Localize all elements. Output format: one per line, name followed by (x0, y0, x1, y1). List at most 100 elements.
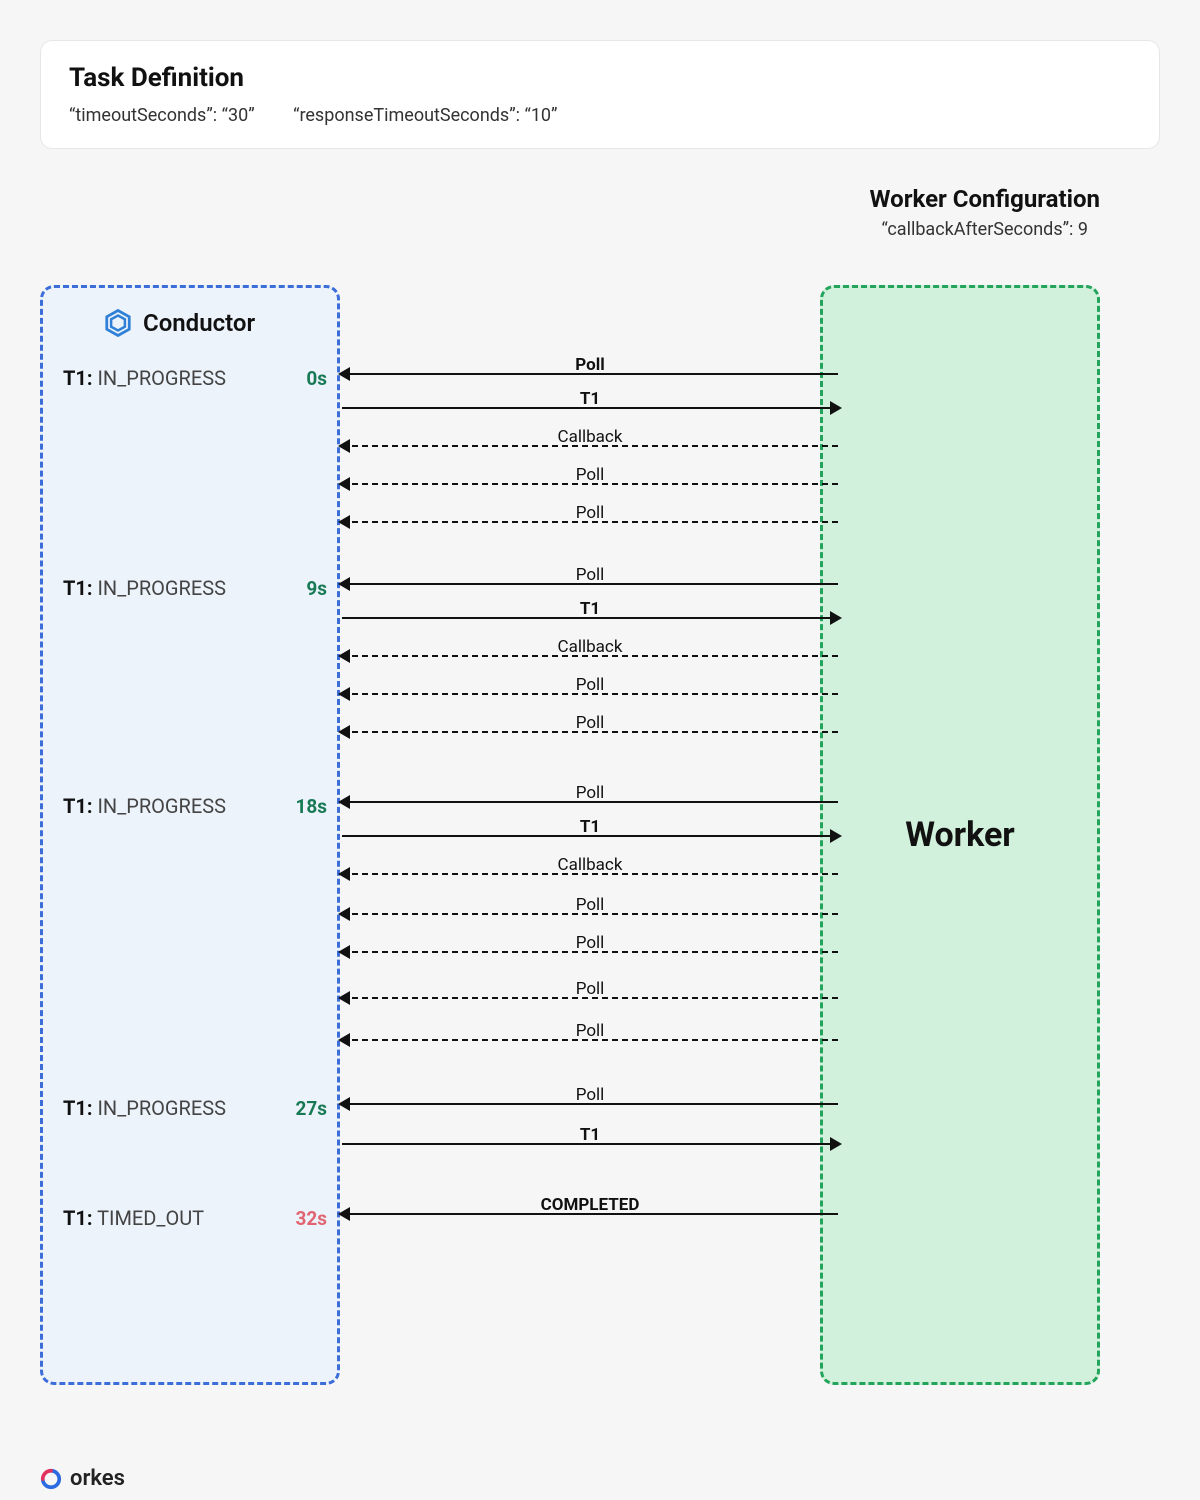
status-label: T1: IN_PROGRESS (63, 794, 226, 818)
message-arrow: T1 (340, 605, 840, 627)
arrow-head-icon (338, 439, 350, 453)
status-label: T1: IN_PROGRESS (63, 576, 226, 600)
arrow-head-icon (338, 1033, 350, 1047)
worker-configuration-value: “callbackAfterSeconds”: 9 (870, 219, 1100, 240)
worker-label: Worker (905, 815, 1015, 855)
arrow-label: Poll (570, 503, 611, 523)
message-arrow: Poll (340, 1027, 840, 1049)
task-definition-values: “timeoutSeconds”: “30” “responseTimeoutS… (69, 105, 1131, 126)
arrow-head-icon (338, 577, 350, 591)
status-state: IN_PROGRESS (97, 794, 226, 818)
message-arrow: Poll (340, 509, 840, 531)
worker-lane: Worker (820, 285, 1100, 1385)
message-arrow: Poll (340, 985, 840, 1007)
arrow-label: Callback (552, 855, 629, 875)
arrow-label: Poll (570, 933, 611, 953)
arrow-head-icon (338, 1097, 350, 1111)
message-arrow: Callback (340, 861, 840, 883)
status-state: IN_PROGRESS (97, 1096, 226, 1120)
arrow-head-icon (338, 795, 350, 809)
sequence-diagram: Worker Configuration “callbackAfterSecon… (40, 185, 1160, 1445)
status-time: 9s (306, 577, 327, 600)
orkes-logo: orkes (40, 1466, 125, 1491)
arrow-head-icon (830, 611, 842, 625)
message-arrow: Poll (340, 719, 840, 741)
message-arrow: T1 (340, 823, 840, 845)
status-state: IN_PROGRESS (97, 576, 226, 600)
message-arrow: T1 (340, 395, 840, 417)
message-arrow: Poll (340, 471, 840, 493)
message-arrow: Poll (340, 681, 840, 703)
conductor-icon (103, 308, 133, 338)
arrow-label: Poll (570, 565, 611, 585)
orkes-icon (40, 1468, 62, 1490)
arrow-label: Poll (570, 1085, 611, 1105)
arrow-label: Poll (570, 783, 611, 803)
arrow-label: T1 (574, 817, 606, 837)
status-time: 18s (295, 795, 327, 818)
status-task: T1: (63, 1206, 93, 1230)
arrow-label: COMPLETED (535, 1195, 646, 1215)
status-row: T1: IN_PROGRESS 0s (63, 366, 327, 390)
status-task: T1: (63, 366, 93, 390)
status-time: 0s (306, 367, 327, 390)
arrow-head-icon (830, 1137, 842, 1151)
message-arrow: Poll (340, 901, 840, 923)
conductor-label: Conductor (143, 309, 255, 337)
arrow-label: Callback (552, 427, 629, 447)
message-arrow: Callback (340, 643, 840, 665)
kv-response-timeout: “responseTimeoutSeconds”: “10” (293, 105, 557, 126)
message-arrow: Poll (340, 1091, 840, 1113)
message-arrow: Poll (340, 939, 840, 961)
status-label: T1: IN_PROGRESS (63, 366, 226, 390)
task-definition-title: Task Definition (69, 63, 1131, 93)
arrow-label: Poll (570, 1021, 611, 1041)
arrow-container: PollT1CallbackPollPollPollT1CallbackPoll… (340, 285, 840, 1385)
conductor-title: Conductor (63, 308, 337, 338)
arrow-head-icon (338, 907, 350, 921)
worker-configuration-block: Worker Configuration “callbackAfterSecon… (870, 185, 1100, 240)
status-label: T1: IN_PROGRESS (63, 1096, 226, 1120)
arrow-head-icon (830, 829, 842, 843)
status-row: T1: IN_PROGRESS 9s (63, 576, 327, 600)
message-arrow: Poll (340, 361, 840, 383)
status-time: 32s (295, 1207, 327, 1230)
arrow-label: Poll (570, 713, 611, 733)
status-task: T1: (63, 794, 93, 818)
status-task: T1: (63, 1096, 93, 1120)
status-state: TIMED_OUT (97, 1206, 204, 1230)
arrow-label: Poll (570, 675, 611, 695)
kv-timeout: “timeoutSeconds”: “30” (69, 105, 255, 126)
arrow-head-icon (338, 867, 350, 881)
message-arrow: COMPLETED (340, 1201, 840, 1223)
status-row: T1: IN_PROGRESS 18s (63, 794, 327, 818)
arrow-label: T1 (574, 389, 606, 409)
status-time: 27s (295, 1097, 327, 1120)
arrow-head-icon (338, 515, 350, 529)
status-row: T1: IN_PROGRESS 27s (63, 1096, 327, 1120)
arrow-label: Poll (570, 979, 611, 999)
arrow-head-icon (338, 477, 350, 491)
arrow-head-icon (338, 725, 350, 739)
arrow-label: T1 (574, 599, 606, 619)
arrow-head-icon (338, 991, 350, 1005)
message-arrow: Poll (340, 571, 840, 593)
worker-configuration-title: Worker Configuration (870, 185, 1100, 213)
orkes-text: orkes (70, 1466, 125, 1491)
task-definition-card: Task Definition “timeoutSeconds”: “30” “… (40, 40, 1160, 149)
arrow-head-icon (338, 1207, 350, 1221)
message-arrow: Callback (340, 433, 840, 455)
status-state: IN_PROGRESS (97, 366, 226, 390)
status-label: T1: TIMED_OUT (63, 1206, 204, 1230)
arrow-head-icon (338, 649, 350, 663)
arrow-head-icon (338, 687, 350, 701)
conductor-lane: Conductor T1: IN_PROGRESS0sT1: IN_PROGRE… (40, 285, 340, 1385)
status-task: T1: (63, 576, 93, 600)
arrow-head-icon (338, 945, 350, 959)
arrow-label: Poll (570, 465, 611, 485)
arrow-head-icon (338, 367, 350, 381)
arrow-label: Poll (570, 895, 611, 915)
arrow-head-icon (830, 401, 842, 415)
arrow-label: Callback (552, 637, 629, 657)
message-arrow: Poll (340, 789, 840, 811)
